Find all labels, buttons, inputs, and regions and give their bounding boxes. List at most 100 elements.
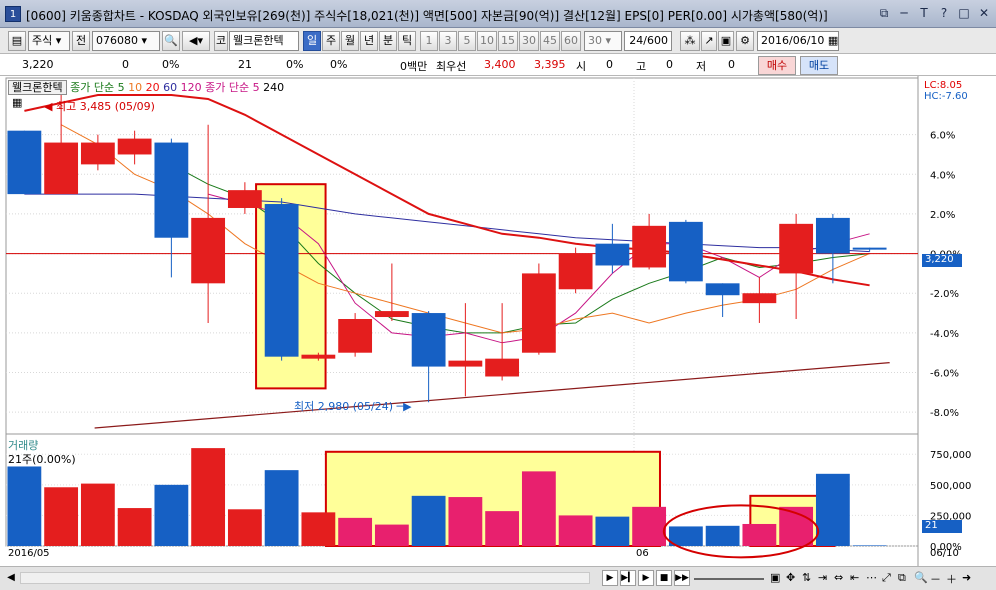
minute-15[interactable]: 15 xyxy=(498,31,518,51)
sell-button[interactable]: 매도 xyxy=(800,56,838,75)
legend-ma120: 120 xyxy=(180,81,202,94)
scroll-right-icon[interactable]: ▶ xyxy=(602,570,618,586)
play-icon[interactable]: ▶ xyxy=(638,570,654,586)
ask-price: 3,400 xyxy=(484,58,516,71)
candle-body xyxy=(264,204,299,357)
current-volume-tag: 21 xyxy=(922,520,962,533)
expand-icon[interactable]: ⤢ xyxy=(882,571,891,585)
grid-icon[interactable]: ▦ xyxy=(12,96,22,109)
layout-icon[interactable]: ▤ xyxy=(8,31,26,51)
volume-rate: 0% xyxy=(286,58,304,71)
high-annotation: ◀ 최고 3,485 (05/09) xyxy=(44,98,155,114)
candle-body xyxy=(301,354,336,359)
paging-field[interactable]: 24/600 xyxy=(624,31,672,51)
chart-area[interactable]: 6.0%4.0%2.0%0.00%-2.0%-4.0%-6.0%-8.0%750… xyxy=(0,76,996,566)
stop-icon[interactable]: ■ xyxy=(656,570,672,586)
stock-name-field[interactable]: 웰크론한텍 xyxy=(229,31,299,51)
low-label: 저 xyxy=(696,60,707,73)
minute-45[interactable]: 45 xyxy=(540,31,560,51)
indicator-icon[interactable]: ⁂ xyxy=(680,31,700,51)
arrow-right-icon[interactable]: ➜ xyxy=(962,571,971,584)
price-tick-label: -6.0% xyxy=(930,369,959,380)
price-chart[interactable]: 6.0%4.0%2.0%0.00%-2.0%-4.0%-6.0%-8.0%750… xyxy=(0,76,996,566)
period-tick[interactable]: 틱 xyxy=(398,31,416,51)
chart-type-icon[interactable]: ▣ xyxy=(770,571,780,584)
minute-1[interactable]: 1 xyxy=(420,31,438,51)
volume-bar xyxy=(595,516,630,546)
code-input[interactable]: 076080 ▾ xyxy=(92,31,160,51)
range-icon[interactable]: ⇔ xyxy=(834,571,843,584)
zoom-out-icon[interactable]: － xyxy=(930,571,941,587)
date-start-label: 2016/05 xyxy=(8,548,50,559)
price-tick-label: 6.0% xyxy=(930,131,955,142)
trade-volume: 21 xyxy=(238,58,252,71)
legend-ma10: 10 xyxy=(128,81,143,94)
copy-icon[interactable]: ⧉ xyxy=(898,571,906,585)
candle-body xyxy=(374,311,409,318)
step-forward-icon[interactable]: ▶▎ xyxy=(620,570,636,586)
period-year[interactable]: 년 xyxy=(360,31,378,51)
close-icon[interactable]: ✕ xyxy=(976,5,992,21)
price-tick-label: 2.0% xyxy=(930,210,955,221)
zoom-in-icon[interactable]: ＋ xyxy=(946,571,957,587)
maximize-icon[interactable]: □ xyxy=(956,5,972,21)
restore-layout-icon[interactable]: ⧉ xyxy=(876,5,892,21)
high-value: 0 xyxy=(666,58,673,71)
period-day[interactable]: 일 xyxy=(303,31,321,51)
lc-label: LC:8.05 xyxy=(924,80,963,91)
toolbar: ▤ 주식 ▾ 전 076080 ▾ 🔍 ◀▾ 코 웰크론한텍 일 주 월 년 분… xyxy=(0,28,996,54)
sort-icon[interactable]: ⇅ xyxy=(802,571,811,584)
open-value: 0 xyxy=(606,58,613,71)
minute-5[interactable]: 5 xyxy=(458,31,476,51)
sound-icon[interactable]: ◀▾ xyxy=(182,31,210,51)
high-label: 고 xyxy=(636,60,647,73)
current-price-tag: 3,220 xyxy=(922,254,962,267)
help-icon[interactable]: ? xyxy=(936,5,952,21)
prev-button[interactable]: 전 xyxy=(72,31,90,51)
arrow-icon[interactable]: ⇥ xyxy=(818,571,827,584)
ma-line-60 xyxy=(24,193,870,253)
chevron-down-icon: ▾ xyxy=(141,34,148,47)
candle-body xyxy=(227,190,262,208)
drag-icon[interactable]: ✥ xyxy=(786,571,795,584)
period-month[interactable]: 월 xyxy=(341,31,359,51)
legend-ma60: 60 xyxy=(163,81,178,94)
minute-60[interactable]: 60 xyxy=(561,31,581,51)
settings-icon[interactable]: ⚙ xyxy=(736,31,754,51)
volume-tick-label: 500,000 xyxy=(930,481,971,492)
minute-30[interactable]: 30 xyxy=(519,31,539,51)
high-annotation-text: 최고 3,485 (05/09) xyxy=(55,100,155,113)
search-icon[interactable]: 🔍 xyxy=(914,571,928,584)
candle-body xyxy=(779,223,814,274)
count-select[interactable]: 30 ▾ xyxy=(584,31,622,51)
best-quote-label: 최우선 xyxy=(436,60,467,73)
font-icon[interactable]: T xyxy=(916,5,932,21)
price-change: 0 xyxy=(122,58,129,71)
market-select[interactable]: 주식 ▾ xyxy=(28,31,70,51)
arrow-left-icon: ◀ xyxy=(44,100,56,113)
candle-body xyxy=(632,225,667,268)
date-value: 2016/06/10 xyxy=(761,34,825,47)
minute-10[interactable]: 10 xyxy=(477,31,497,51)
volume-bar xyxy=(852,545,887,546)
shrink-icon[interactable]: ⇤ xyxy=(850,571,859,584)
zoom-slider[interactable] xyxy=(694,578,764,580)
search-icon[interactable]: 🔍 xyxy=(162,31,180,51)
save-icon[interactable]: ▣ xyxy=(718,31,734,51)
dots-icon[interactable]: ⋯ xyxy=(866,571,877,584)
fast-forward-icon[interactable]: ▶▶ xyxy=(674,570,690,586)
buy-button[interactable]: 매수 xyxy=(758,56,796,75)
date-field[interactable]: 2016/06/10 ▦ xyxy=(757,31,839,51)
horizontal-scrollbar[interactable] xyxy=(20,572,590,584)
period-minute[interactable]: 분 xyxy=(379,31,397,51)
arrow-right-icon: ─▶ xyxy=(393,400,412,413)
period-week[interactable]: 주 xyxy=(322,31,340,51)
chevron-down-icon: ▾ xyxy=(55,34,62,47)
scroll-left-icon[interactable]: ◀ xyxy=(4,571,18,585)
minute-3[interactable]: 3 xyxy=(439,31,457,51)
volume-rate-2: 0% xyxy=(330,58,348,71)
legend-stock-name[interactable]: 웰크론한텍 xyxy=(8,80,67,95)
line-tool-icon[interactable]: ↗ xyxy=(701,31,717,51)
volume-bar xyxy=(117,508,152,546)
minimize-icon[interactable]: ─ xyxy=(896,5,912,21)
